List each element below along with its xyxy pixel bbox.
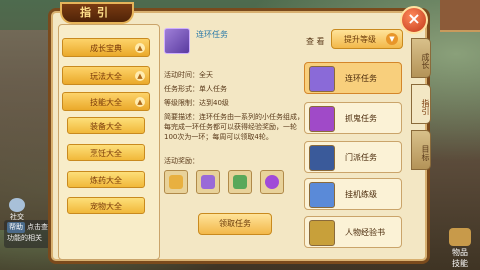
task-list-item[interactable]: 抓鬼任务 [304, 102, 402, 134]
view-label: 查 看 [306, 37, 325, 46]
social-button[interactable]: 社交 [4, 198, 30, 221]
nav-item[interactable]: 技能大全 ▲ [62, 92, 150, 111]
task-list-label: 连环任务 [345, 74, 377, 83]
nav-item-label: 装备大全 [90, 122, 122, 131]
chevron-down-icon: ▼ [386, 33, 398, 45]
reward-item[interactable] [196, 170, 220, 194]
task-list-item[interactable]: 挂机练级 [304, 178, 402, 210]
task-form: 任务形式：单人任务 [164, 85, 227, 93]
rewards-label: 活动奖励： [164, 157, 199, 165]
nav-item[interactable]: 炼药大全 [67, 171, 145, 188]
task-icon [309, 66, 335, 92]
reward-item[interactable] [164, 170, 188, 194]
task-list-item[interactable]: 人物经验书 [304, 216, 402, 248]
close-button[interactable]: × [400, 6, 428, 34]
level-up-label: 提升等级 [344, 35, 376, 44]
activity-time: 活动时间：全天 [164, 71, 213, 79]
nav-item[interactable]: 玩法大全 ▲ [62, 66, 150, 85]
accept-task-button[interactable]: 领取任务 [198, 213, 272, 235]
nav-item[interactable]: 宠物大全 [67, 197, 145, 214]
side-tab[interactable]: 成长 [411, 38, 431, 78]
chevron-up-icon: ▲ [135, 71, 145, 81]
inventory-label: 物品 [452, 248, 468, 257]
gold-icon [169, 175, 183, 189]
reward-item[interactable] [228, 170, 252, 194]
task-list-label: 抓鬼任务 [345, 114, 377, 123]
left-nav [58, 24, 160, 260]
reward-item[interactable] [260, 170, 284, 194]
task-icon [309, 220, 335, 246]
nav-item-label: 宠物大全 [90, 202, 122, 211]
book-icon [201, 175, 215, 189]
background-right-top [440, 0, 480, 32]
bag-icon [449, 228, 471, 246]
task-icon [309, 106, 335, 132]
task-description: 简要描述：连环任务由一系列的小任务组成，每完成一环任务都可以获得经验奖励，一轮1… [164, 113, 304, 141]
inventory-button[interactable]: 物品 技能 [440, 225, 480, 270]
task-list-label: 门派任务 [345, 153, 377, 162]
side-tab[interactable]: 目标 [411, 130, 431, 170]
task-icon [309, 145, 335, 171]
chat-text-2: 功能的相关 [7, 234, 42, 242]
task-name: 连环任务 [196, 30, 228, 39]
nav-item-label: 烹饪大全 [90, 149, 122, 158]
gem-icon [233, 175, 247, 189]
orb-icon [265, 175, 279, 189]
nav-item-label: 玩法大全 [90, 72, 122, 81]
nav-item-label: 成长宝典 [90, 44, 122, 53]
chevron-up-icon: ▲ [135, 43, 145, 53]
task-icon [309, 182, 335, 208]
social-icon [9, 198, 25, 212]
task-scroll-icon [164, 28, 190, 54]
nav-item[interactable]: 装备大全 [67, 117, 145, 134]
nav-item-label: 技能大全 [90, 98, 122, 107]
side-tab[interactable]: 指引 [411, 84, 431, 124]
level-requirement: 等级限制：达到40级 [164, 99, 229, 107]
skill-label: 技能 [452, 259, 468, 268]
panel-title: 指引 [60, 2, 134, 24]
nav-item[interactable]: 成长宝典 ▲ [62, 38, 150, 57]
task-list-item[interactable]: 门派任务 [304, 141, 402, 173]
task-list-label: 挂机练级 [345, 190, 377, 199]
level-up-button[interactable]: 提升等级 ▼ [331, 29, 403, 49]
chat-tag: 帮助 [7, 222, 25, 233]
nav-item[interactable]: 烹饪大全 [67, 144, 145, 161]
task-list-item[interactable]: 连环任务 [304, 62, 402, 94]
task-list-label: 人物经验书 [345, 228, 385, 237]
chevron-up-icon: ▲ [135, 97, 145, 107]
nav-item-label: 炼药大全 [90, 176, 122, 185]
